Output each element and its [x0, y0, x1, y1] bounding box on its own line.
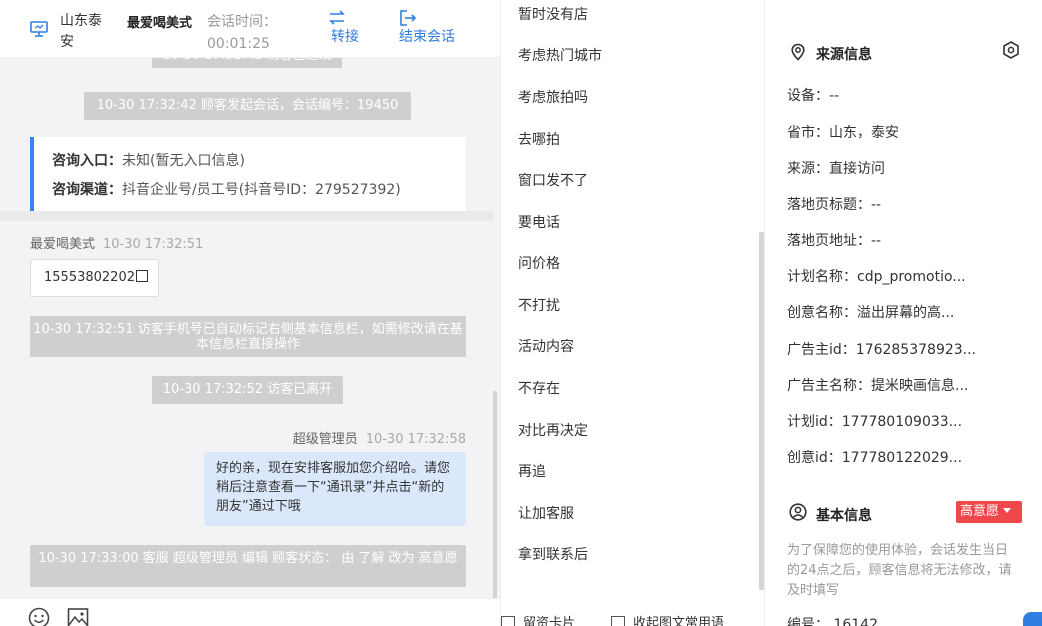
transfer-label: 转接	[331, 29, 359, 45]
sender-name: 超级管理员	[292, 432, 358, 447]
consult-entry-label: 咨询入口：	[52, 153, 122, 169]
quick-reply-item[interactable]: 对比再决定	[518, 420, 588, 440]
info-row-advertiser-name: 广告主名称：提米映画信息...	[787, 378, 969, 394]
message-time: 10-30 17:32:51	[103, 237, 204, 252]
chat-panel: 山东泰安 最爱喝美式 会话时间： 00:01:25 转接 结束会话 10-30 …	[0, 0, 500, 626]
quick-reply-item[interactable]: 考虑热门城市	[518, 45, 602, 65]
quick-reply-item[interactable]: 让加客服	[518, 503, 574, 523]
agent-message-meta: 超级管理员 10-30 17:32:58	[240, 428, 466, 447]
basic-info-title: 基本信息	[816, 508, 872, 524]
floating-action-button[interactable]	[1023, 612, 1042, 626]
divider	[0, 211, 493, 221]
session-start-notice: 10-30 17:32:42 顾客发起会话，会话编号：19450	[84, 92, 411, 120]
end-session-label: 结束会话	[399, 29, 455, 45]
info-row-creative-id: 创意id：177780122029...	[787, 450, 963, 466]
transfer-button[interactable]: 转接	[328, 9, 362, 47]
edit-notice: 为了保障您的使用体验，会话发生当日的24点之后，顾客信息将无法修改，请及时填写	[787, 543, 1012, 598]
info-row-region: 省市：山东，泰安	[787, 125, 899, 141]
exit-icon	[400, 10, 417, 26]
chat-input-toolbar	[0, 598, 500, 626]
consult-channel-row: 咨询渠道：抖音企业号/员工号(抖音号ID：279527392)	[52, 176, 466, 205]
info-row-plan-name: 计划名称：cdp_promotio...	[787, 269, 966, 285]
system-notice: 10-30 17:32:42 访客已进线	[152, 58, 342, 68]
session-time-label: 会话时间：	[207, 14, 277, 30]
phone-number: 15553802202	[44, 270, 135, 285]
chat-scrollbar[interactable]	[493, 391, 497, 598]
end-session-button[interactable]: 结束会话	[399, 9, 465, 47]
quick-reply-item[interactable]: 暂时没有店	[518, 4, 588, 24]
info-row-device: 设备：--	[787, 88, 840, 104]
source-info-title: 来源信息	[816, 47, 872, 63]
info-row-plan-id: 计划id：177780109033...	[787, 414, 963, 430]
chat-message-list[interactable]: 10-30 17:32:42 访客已进线 10-30 17:32:42 顾客发起…	[0, 58, 500, 598]
info-row-advertiser-id: 广告主id：176285378923...	[787, 342, 977, 358]
session-time-value: 00:01:25	[207, 36, 270, 52]
intent-tag-label: 高意愿	[960, 504, 1000, 519]
location-pin-icon	[791, 43, 805, 61]
quick-reply-footer: 留资卡片 收起图文常用语	[501, 604, 765, 626]
consult-info-card: 咨询入口：未知(暂无入口信息) 咨询渠道：抖音企业号/员工号(抖音号ID：279…	[30, 137, 466, 211]
quick-reply-item[interactable]: 去哪拍	[518, 129, 560, 149]
quick-reply-item[interactable]: 问价格	[518, 253, 560, 273]
info-row-landing-url: 落地页地址：--	[787, 233, 882, 249]
list-icon	[611, 616, 625, 626]
settings-icon[interactable]	[1002, 41, 1020, 59]
visitor-info-panel: 来源信息 设备：-- 省市：山东，泰安 来源：直接访问 落地页标题：-- 落地页…	[764, 0, 1042, 626]
message-time: 10-30 17:32:58	[365, 432, 466, 447]
quick-reply-item[interactable]: 要电话	[518, 212, 560, 232]
quick-reply-item[interactable]: 不存在	[518, 378, 560, 398]
quick-reply-item[interactable]: 窗口发不了	[518, 170, 588, 190]
intent-tag-dropdown[interactable]: 高意愿	[956, 501, 1022, 523]
quick-reply-item[interactable]: 考虑旅拍吗	[518, 87, 588, 107]
session-time: 会话时间： 00:01:25	[207, 11, 307, 55]
auto-mark-notice: 10-30 17:32:51 访客手机号已自动标记右侧基本信息栏，如需修改请在基…	[30, 316, 466, 357]
consult-entry-value: 未知(暂无入口信息)	[122, 153, 245, 169]
transfer-icon	[329, 10, 345, 25]
quick-reply-item[interactable]: 活动内容	[518, 336, 574, 356]
collapse-label: 收起图文常用语	[633, 616, 725, 626]
info-row-id: 编号： 16142	[787, 617, 878, 626]
consult-channel-value: 抖音企业号/员工号(抖音号ID：279527392)	[122, 182, 401, 198]
info-row-creative-name: 创意名称：溢出屏幕的高...	[787, 305, 955, 321]
agent-message-bubble: 好的亲，现在安排客服加您介绍哈。请您稍后注意查看一下“通讯录”并点击“新的朋友”…	[204, 452, 466, 526]
leave-card-button[interactable]: 留资卡片	[501, 612, 575, 626]
app-root: 山东泰安 最爱喝美式 会话时间： 00:01:25 转接 结束会话 10-30 …	[0, 0, 1042, 626]
quick-reply-item[interactable]: 不打扰	[518, 295, 560, 315]
collapse-replies-button[interactable]: 收起图文常用语	[611, 612, 724, 626]
user-icon	[789, 503, 807, 521]
status-change-notice: 10-30 17:33:00 客服 超级管理员 编辑 顾客状态： 由 了解 改为…	[30, 545, 466, 587]
copy-icon[interactable]	[135, 270, 148, 282]
leave-card-label: 留资卡片	[523, 616, 576, 626]
consult-entry-row: 咨询入口：未知(暂无入口信息)	[52, 147, 466, 176]
chat-header: 山东泰安 最爱喝美式 会话时间： 00:01:25 转接 结束会话	[0, 0, 500, 58]
caret-down-icon	[1003, 508, 1012, 513]
visitor-phone-message[interactable]: 15553802202	[30, 259, 159, 297]
visitor-location: 山东泰安	[60, 13, 102, 50]
visitor-message-meta: 最爱喝美式 10-30 17:32:51	[30, 233, 203, 252]
visitor-left-notice: 10-30 17:32:52 访客已离开	[152, 376, 343, 404]
info-row-landing-title: 落地页标题：--	[787, 197, 882, 213]
sender-name: 最爱喝美式	[30, 237, 96, 252]
emoji-icon[interactable]	[28, 607, 50, 626]
image-icon[interactable]	[67, 607, 89, 626]
quick-reply-panel: 暂时没有店 考虑热门城市 考虑旅拍吗 去哪拍 窗口发不了 要电话 问价格 不打扰…	[500, 0, 764, 626]
info-row-source: 来源：直接访问	[787, 161, 885, 177]
quick-reply-item[interactable]: 再追	[518, 461, 546, 481]
consult-channel-label: 咨询渠道：	[52, 182, 122, 198]
visitor-name: 最爱喝美式	[127, 16, 193, 31]
quick-reply-item[interactable]: 拿到联系后	[518, 544, 588, 564]
card-icon	[501, 616, 515, 626]
monitor-icon	[30, 21, 48, 37]
